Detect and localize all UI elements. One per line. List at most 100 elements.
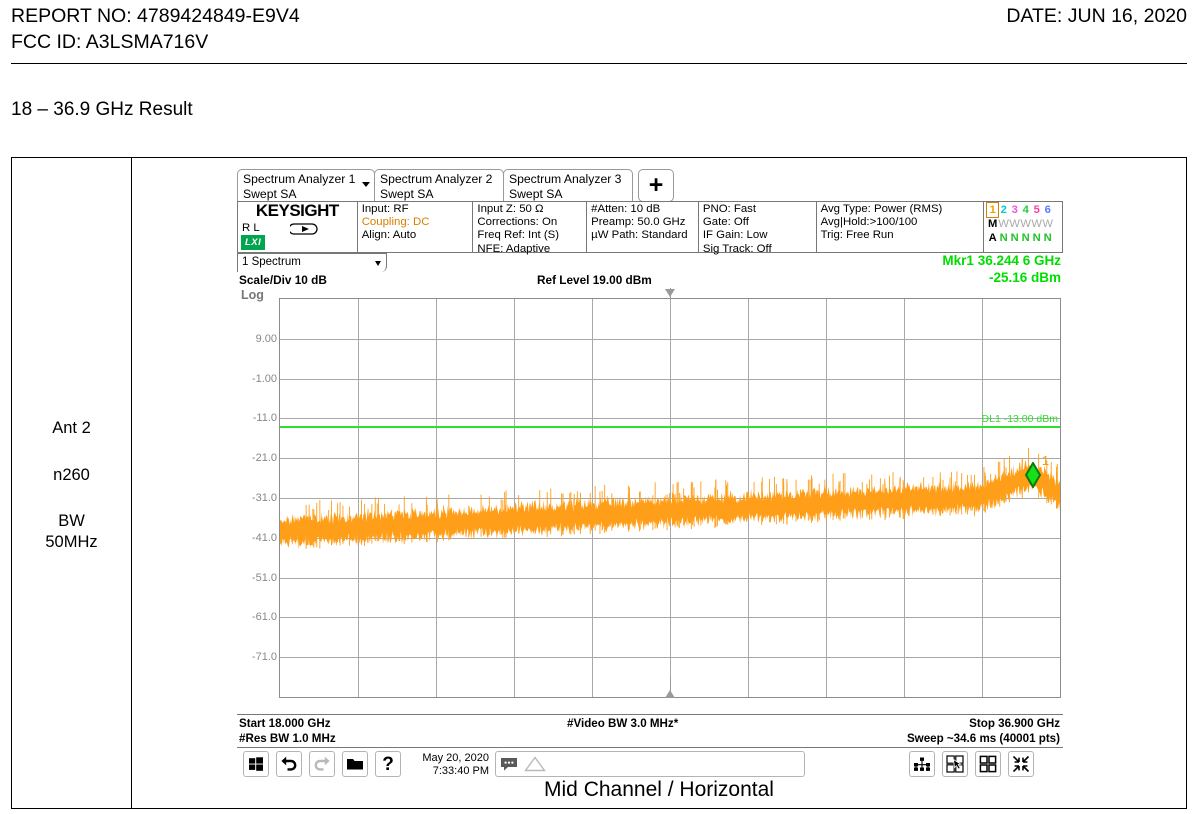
- windows-start-button[interactable]: [243, 751, 269, 777]
- tab-strip: Spectrum Analyzer 1 Swept SA Spectrum An…: [237, 166, 674, 202]
- start-frequency[interactable]: Start 18.000 GHz: [239, 717, 331, 730]
- trace-4-number[interactable]: 4: [1020, 203, 1031, 217]
- chevron-down-icon[interactable]: [375, 261, 381, 266]
- tab-spectrum-analyzer-3[interactable]: Spectrum Analyzer 3 Swept SA: [503, 169, 633, 202]
- update-1: N: [999, 232, 1008, 244]
- tab-3-mode: Swept SA: [509, 186, 563, 201]
- trace-indicator-cell[interactable]: 123456 MWWWWW ANNNNN: [984, 202, 1062, 252]
- center-freq-bottom-marker-icon: [665, 690, 675, 698]
- spectrum-select-dropdown[interactable]: 1 Spectrum: [237, 253, 387, 272]
- nfe-value: NFE: Adaptive: [477, 242, 551, 255]
- center-freq-bottom-stem: [670, 677, 671, 691]
- align-value: Align: Auto: [361, 229, 417, 242]
- scale-per-division[interactable]: Scale/Div 10 dB: [239, 273, 327, 287]
- y-axis-tick-label: 9.00: [255, 332, 277, 345]
- resolution-bandwidth[interactable]: #Res BW 1.0 MHz: [239, 732, 336, 745]
- header-divider: [11, 63, 1187, 64]
- y-axis-tick-label: -51.0: [251, 571, 277, 584]
- document-header: REPORT NO: 4789424849-E9V4 DATE: JUN 16,…: [11, 5, 1187, 57]
- average-settings-cell[interactable]: Avg Type: Power (RMS) Avg|Hold:>100/100 …: [817, 202, 985, 252]
- plot-area: Log 9.00 -1.00 -11.0 -21.0 -31.0 -41.0 -51.0 -6…: [237, 288, 1063, 716]
- trace-5-number[interactable]: 5: [1031, 203, 1042, 217]
- instrument-datetime: May 20, 2020 7:33:40 PM: [405, 752, 489, 777]
- test-conditions: Ant 2 n260 BW 50MHz: [12, 420, 131, 550]
- settings-bar: KEYSIGHT R L LXI Input: RF Coupling: DC …: [237, 201, 1063, 255]
- trace-2-number[interactable]: 2: [998, 203, 1009, 217]
- band-label: n260: [53, 465, 90, 484]
- header-row-2: FCC ID: A3LSMA716V: [11, 31, 1187, 57]
- page-title: 18 – 36.9 GHz Result: [11, 99, 193, 120]
- nodes-button[interactable]: [909, 751, 935, 777]
- undo-icon: [281, 756, 297, 771]
- y-axis-tick-label: -11.0: [252, 412, 277, 425]
- video-bandwidth[interactable]: #Video BW 3.0 MHz*: [567, 717, 678, 730]
- redo-icon: [314, 756, 330, 771]
- y-axis-tick-label: -31.0: [251, 492, 277, 504]
- collapse-arrows-icon: [1012, 755, 1030, 773]
- tab-2-mode: Swept SA: [380, 186, 434, 201]
- input-z-settings-cell[interactable]: Input Z: 50 Ω Corrections: On Freq Ref: …: [473, 202, 588, 255]
- test-conditions-column: Ant 2 n260 BW 50MHz: [12, 158, 132, 808]
- trace-6-number[interactable]: 6: [1042, 203, 1053, 217]
- atten-value: #Atten: 10 dB: [591, 203, 661, 215]
- four-pane-button[interactable]: [975, 751, 1001, 777]
- detector-3: W: [1020, 218, 1031, 230]
- measurement-column: Spectrum Analyzer 1 Swept SA Spectrum An…: [132, 158, 1186, 808]
- message-bar[interactable]: [495, 751, 805, 777]
- trace-1-number[interactable]: 1: [986, 202, 1000, 218]
- sweep-time[interactable]: Sweep ~34.6 ms (40001 pts): [907, 732, 1060, 745]
- help-button[interactable]: ?: [375, 751, 401, 777]
- detector-4: W: [1031, 218, 1042, 230]
- report-page: REPORT NO: 4789424849-E9V4 DATE: JUN 16,…: [0, 0, 1198, 814]
- uw-path-value: µW Path: Standard: [591, 229, 688, 242]
- input-settings-cell[interactable]: Input: RF Coupling: DC Align: Auto: [358, 202, 474, 252]
- sig-track-value: Sig Track: Off: [702, 242, 772, 255]
- collapse-button[interactable]: [1008, 751, 1034, 777]
- update-row-label: A: [988, 232, 997, 244]
- y-axis-tick-label: -61.0: [251, 611, 277, 624]
- update-2: N: [1010, 232, 1019, 244]
- figure-caption: Mid Channel / Horizontal: [544, 778, 774, 801]
- center-freq-top-stem: [670, 288, 671, 300]
- marker-1-diamond-icon[interactable]: [1024, 461, 1042, 488]
- instrument-time: 7:33:40 PM: [432, 764, 489, 777]
- stop-frequency[interactable]: Stop 36.900 GHz: [969, 717, 1060, 730]
- triangle-icon: [524, 756, 546, 772]
- speech-bubble-icon: [501, 757, 517, 771]
- folder-icon: [347, 759, 363, 770]
- marker-frequency-readout: Mkr1 36.244 6 GHz: [942, 253, 1061, 268]
- header-row-1: REPORT NO: 4789424849-E9V4 DATE: JUN 16,…: [11, 5, 1187, 31]
- attenuation-settings-cell[interactable]: #Atten: 10 dB Preamp: 50.0 GHz µW Path: …: [587, 202, 699, 252]
- reference-level[interactable]: Ref Level 19.00 dBm: [537, 273, 652, 287]
- tab-spectrum-analyzer-2[interactable]: Spectrum Analyzer 2 Swept SA: [374, 169, 504, 202]
- brand-cell: KEYSIGHT R L LXI: [238, 201, 358, 252]
- input-value: Input: RF: [361, 203, 409, 215]
- add-tab-button[interactable]: +: [638, 169, 674, 202]
- report-date: DATE: JUN 16, 2020: [1006, 5, 1187, 27]
- spectrum-analyzer-screenshot: Spectrum Analyzer 1 Swept SA Spectrum An…: [237, 166, 1063, 779]
- update-5: N: [1043, 232, 1052, 244]
- graticule[interactable]: DL1 -13.00 dBm 1: [279, 298, 1061, 698]
- avg-type-value: Avg Type: Power (RMS): [820, 203, 943, 215]
- y-axis-tick-label: -1.00: [251, 372, 277, 385]
- tab-2-title: Spectrum Analyzer 2: [380, 172, 493, 186]
- bandwidth-label: BW: [58, 512, 85, 530]
- trace-detector-row: MWWWWW: [987, 217, 1059, 231]
- chevron-down-icon[interactable]: [362, 182, 370, 187]
- pno-settings-cell[interactable]: PNO: Fast Gate: Off IF Gain: Low Sig Tra…: [699, 202, 817, 255]
- detector-row-label: M: [988, 218, 998, 230]
- tab-spectrum-analyzer-1[interactable]: Spectrum Analyzer 1 Swept SA: [237, 169, 375, 202]
- sweep-parameters-bar: Start 18.000 GHz #Res BW 1.0 MHz #Video …: [237, 714, 1063, 748]
- detector-2: W: [1009, 218, 1020, 230]
- preamp-value: Preamp: 50.0 GHz: [591, 216, 686, 229]
- report-number: REPORT NO: 4789424849-E9V4: [11, 5, 300, 27]
- touch-grid-button[interactable]: [942, 751, 968, 777]
- redo-button[interactable]: [309, 751, 335, 777]
- coupling-value: Coupling: DC: [361, 216, 430, 229]
- folder-button[interactable]: [342, 751, 368, 777]
- undo-button[interactable]: [276, 751, 302, 777]
- trace-3-number[interactable]: 3: [1009, 203, 1020, 217]
- gate-value: Gate: Off: [702, 216, 749, 229]
- corrections-value: Corrections: On: [477, 216, 558, 229]
- marker-1-number-label: 1: [1041, 452, 1050, 468]
